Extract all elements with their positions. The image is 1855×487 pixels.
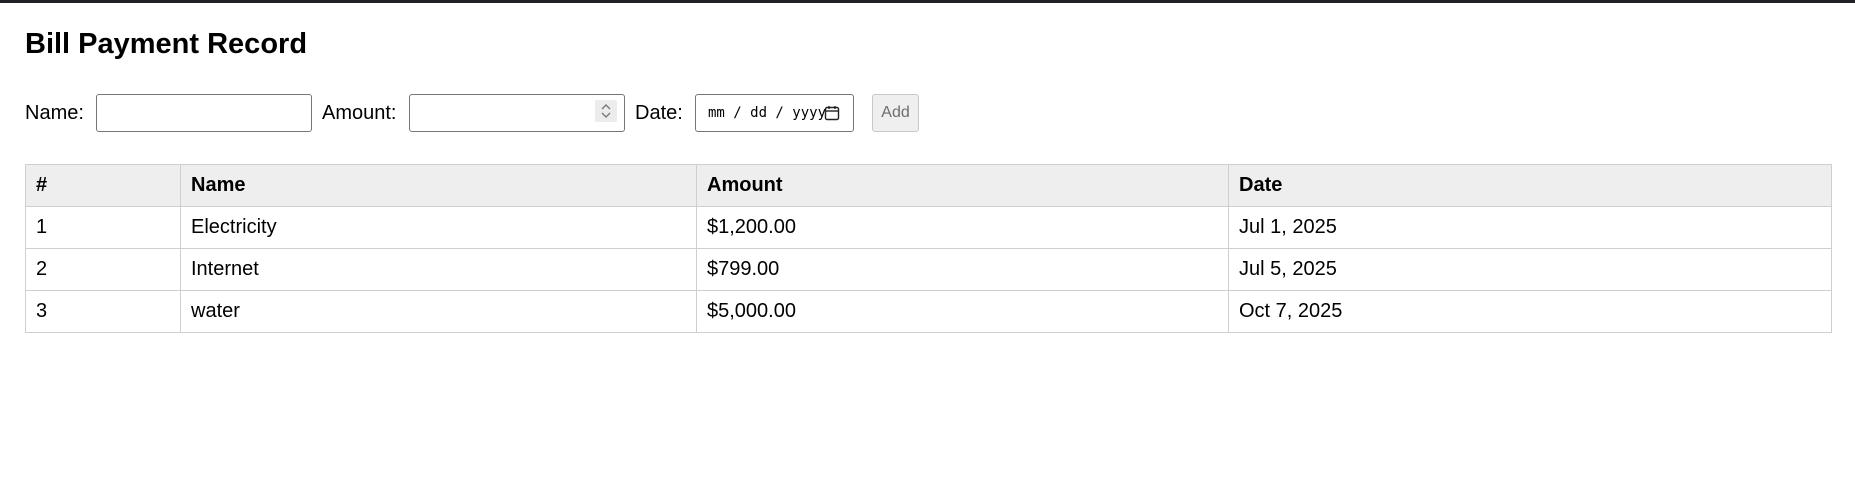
date-label: Date: [635, 102, 683, 124]
row-date: Jul 5, 2025 [1228, 248, 1832, 291]
row-number: 3 [25, 290, 181, 333]
table-row: 2 Internet $799.00 Jul 5, 2025 [25, 248, 1832, 291]
amount-label: Amount: [322, 102, 397, 124]
header-number: # [25, 164, 181, 207]
row-number: 2 [25, 248, 181, 291]
header-amount: Amount [696, 164, 1229, 207]
calendar-icon[interactable] [824, 105, 840, 121]
row-amount: $5,000.00 [696, 290, 1229, 333]
header-date: Date [1228, 164, 1832, 207]
row-name: Internet [180, 248, 697, 291]
window-top-border [0, 0, 1855, 3]
table-row: 3 water $5,000.00 Oct 7, 2025 [25, 290, 1832, 333]
row-amount: $1,200.00 [696, 206, 1229, 249]
add-button[interactable]: Add [872, 94, 919, 132]
row-amount: $799.00 [696, 248, 1229, 291]
header-name: Name [180, 164, 697, 207]
table-header-row: # Name Amount Date [25, 164, 1832, 207]
row-date: Jul 1, 2025 [1228, 206, 1832, 249]
amount-input[interactable] [409, 94, 625, 132]
date-input[interactable]: mm / dd / yyyy [695, 94, 854, 132]
row-name: Electricity [180, 206, 697, 249]
spinner-icon[interactable] [595, 100, 617, 122]
page-title: Bill Payment Record [25, 28, 308, 60]
name-input[interactable] [96, 94, 312, 132]
date-placeholder: mm / dd / yyyy [708, 105, 827, 121]
table-row: 1 Electricity $1,200.00 Jul 1, 2025 [25, 206, 1832, 249]
row-date: Oct 7, 2025 [1228, 290, 1832, 333]
bill-table: # Name Amount Date 1 Electricity $1,200.… [25, 164, 1832, 333]
row-name: water [180, 290, 697, 333]
amount-field-wrapper [409, 93, 625, 133]
row-number: 1 [25, 206, 181, 249]
name-label: Name: [25, 102, 84, 124]
add-bill-form: Name: Amount: Date: mm / dd / yyyy Add [25, 93, 1025, 133]
